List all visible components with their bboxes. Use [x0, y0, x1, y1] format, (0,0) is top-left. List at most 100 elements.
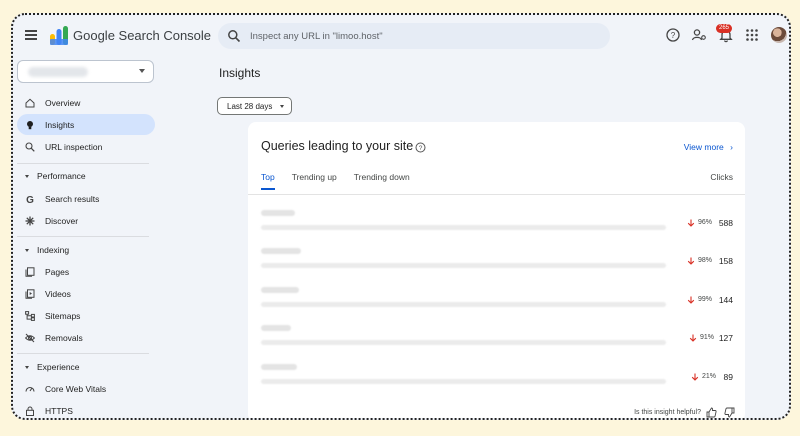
query-row[interactable]: 21% 89 [261, 363, 733, 393]
clicks-column-header: Clicks [710, 172, 733, 182]
query-pages-redacted [261, 340, 666, 345]
query-row[interactable]: 99% 144 [261, 286, 733, 316]
svg-text:?: ? [671, 31, 676, 40]
query-tabs: Top Trending up Trending down [261, 172, 427, 190]
sidebar-item-label: Insights [45, 119, 75, 130]
manage-users-icon[interactable] [691, 27, 707, 43]
section-label: Indexing [37, 245, 70, 255]
tab-top[interactable]: Top [261, 172, 275, 190]
notification-badge: 265 [716, 24, 732, 33]
lock-icon [26, 406, 34, 416]
svg-text:?: ? [419, 145, 423, 152]
collapse-arrow-icon [25, 248, 29, 252]
sidebar-item-url-inspection[interactable]: URL inspection [17, 136, 155, 157]
pages-icon [25, 266, 35, 277]
speedometer-icon [25, 386, 35, 392]
sidebar-item-core-web-vitals[interactable]: Core Web Vitals [17, 378, 155, 399]
sidebar-item-label: HTTPS [45, 405, 73, 416]
query-row[interactable]: 96% 588 [261, 209, 733, 239]
sidebar-item-label: Overview [45, 97, 81, 108]
chevron-right-icon: › [730, 142, 733, 152]
avatar[interactable] [771, 27, 787, 43]
sidebar-item-removals[interactable]: Removals [17, 327, 155, 348]
arrow-down-icon [691, 373, 699, 381]
sidebar-divider [17, 236, 149, 237]
sidebar-item-sitemaps[interactable]: Sitemaps [17, 305, 155, 326]
thumbs-down-icon[interactable] [724, 407, 735, 418]
page-title: Insights [219, 66, 261, 80]
sidebar-divider [17, 353, 149, 354]
clicks-value: 588 [718, 218, 733, 228]
help-icon[interactable]: ? [665, 27, 681, 43]
sidebar-item-insights[interactable]: Insights [17, 114, 155, 135]
url-inspection-search[interactable] [218, 23, 610, 49]
sidebar-item-label: Discover [45, 215, 79, 226]
sidebar-item-pages[interactable]: Pages [17, 261, 155, 282]
query-row[interactable]: 91% 127 [261, 324, 733, 354]
change-percent: 96% [698, 219, 713, 226]
search-icon [25, 141, 35, 152]
sitemap-icon [25, 310, 35, 321]
top-bar: Google Search Console ? 265 [13, 15, 789, 59]
search-input[interactable] [250, 26, 590, 46]
property-name-redacted [28, 67, 88, 77]
chevron-down-icon [139, 69, 145, 73]
property-selector[interactable] [17, 60, 154, 83]
sidebar-item-label: Search results [45, 193, 100, 204]
tab-trending-down[interactable]: Trending down [354, 172, 410, 190]
sidebar-item-discover[interactable]: Discover [17, 210, 155, 231]
query-text-redacted [261, 248, 301, 254]
query-pages-redacted [261, 263, 666, 268]
sidebar-item-https[interactable]: HTTPS [17, 400, 155, 418]
asterisk-icon [25, 216, 35, 225]
view-more-label: View more [683, 142, 724, 152]
lightbulb-icon [27, 120, 33, 129]
change-percent: 21% [702, 373, 717, 380]
query-text-redacted [261, 325, 291, 331]
query-text-redacted [261, 210, 295, 216]
google-g-icon: G [26, 195, 34, 204]
section-indexing[interactable]: Indexing [17, 241, 69, 259]
arrow-down-icon [687, 219, 695, 227]
sidebar-item-label: Sitemaps [45, 310, 81, 321]
change-percent: 99% [698, 296, 713, 303]
date-range-label: Last 28 days [227, 101, 273, 111]
collapse-arrow-icon [25, 365, 29, 369]
sidebar-item-videos[interactable]: Videos [17, 283, 155, 304]
app-window: Google Search Console ? 265 [11, 13, 791, 420]
sidebar-divider [17, 163, 149, 164]
sidebar-item-overview[interactable]: Overview [17, 92, 155, 113]
tab-trending-up[interactable]: Trending up [292, 172, 337, 190]
app-title[interactable]: Google Search Console [73, 28, 211, 43]
query-text-redacted [261, 287, 299, 293]
clicks-value: 144 [718, 295, 733, 305]
query-pages-redacted [261, 379, 666, 384]
sidebar-item-label: Core Web Vitals [45, 383, 107, 394]
queries-card: Queries leading to your site ? View more… [248, 122, 745, 418]
helpful-prompt: Is this insight helpful? [634, 409, 701, 416]
visibility-off-icon [25, 333, 35, 342]
thumbs-up-icon[interactable] [706, 407, 717, 418]
clicks-value: 89 [723, 372, 733, 382]
query-row[interactable]: 98% 158 [261, 247, 733, 277]
section-performance[interactable]: Performance [17, 167, 86, 185]
card-title: Queries leading to your site [261, 139, 414, 153]
card-divider [248, 194, 745, 195]
apps-grid-icon[interactable] [744, 27, 760, 43]
help-icon[interactable]: ? [415, 142, 426, 153]
view-more-link[interactable]: View more › [684, 142, 733, 152]
search-console-logo [50, 26, 68, 45]
chevron-down-icon [280, 105, 284, 108]
search-icon [228, 30, 241, 43]
change-percent: 91% [700, 334, 715, 341]
arrow-down-icon [689, 334, 697, 342]
arrow-down-icon [687, 296, 695, 304]
query-pages-redacted [261, 302, 666, 307]
sidebar-item-label: Videos [45, 288, 71, 299]
sidebar-item-search-results[interactable]: G Search results [17, 188, 155, 209]
section-experience[interactable]: Experience [17, 358, 80, 376]
menu-icon[interactable] [25, 30, 37, 40]
date-range-dropdown[interactable]: Last 28 days [217, 97, 292, 115]
sidebar-item-label: Pages [45, 266, 70, 277]
query-text-redacted [261, 364, 297, 370]
